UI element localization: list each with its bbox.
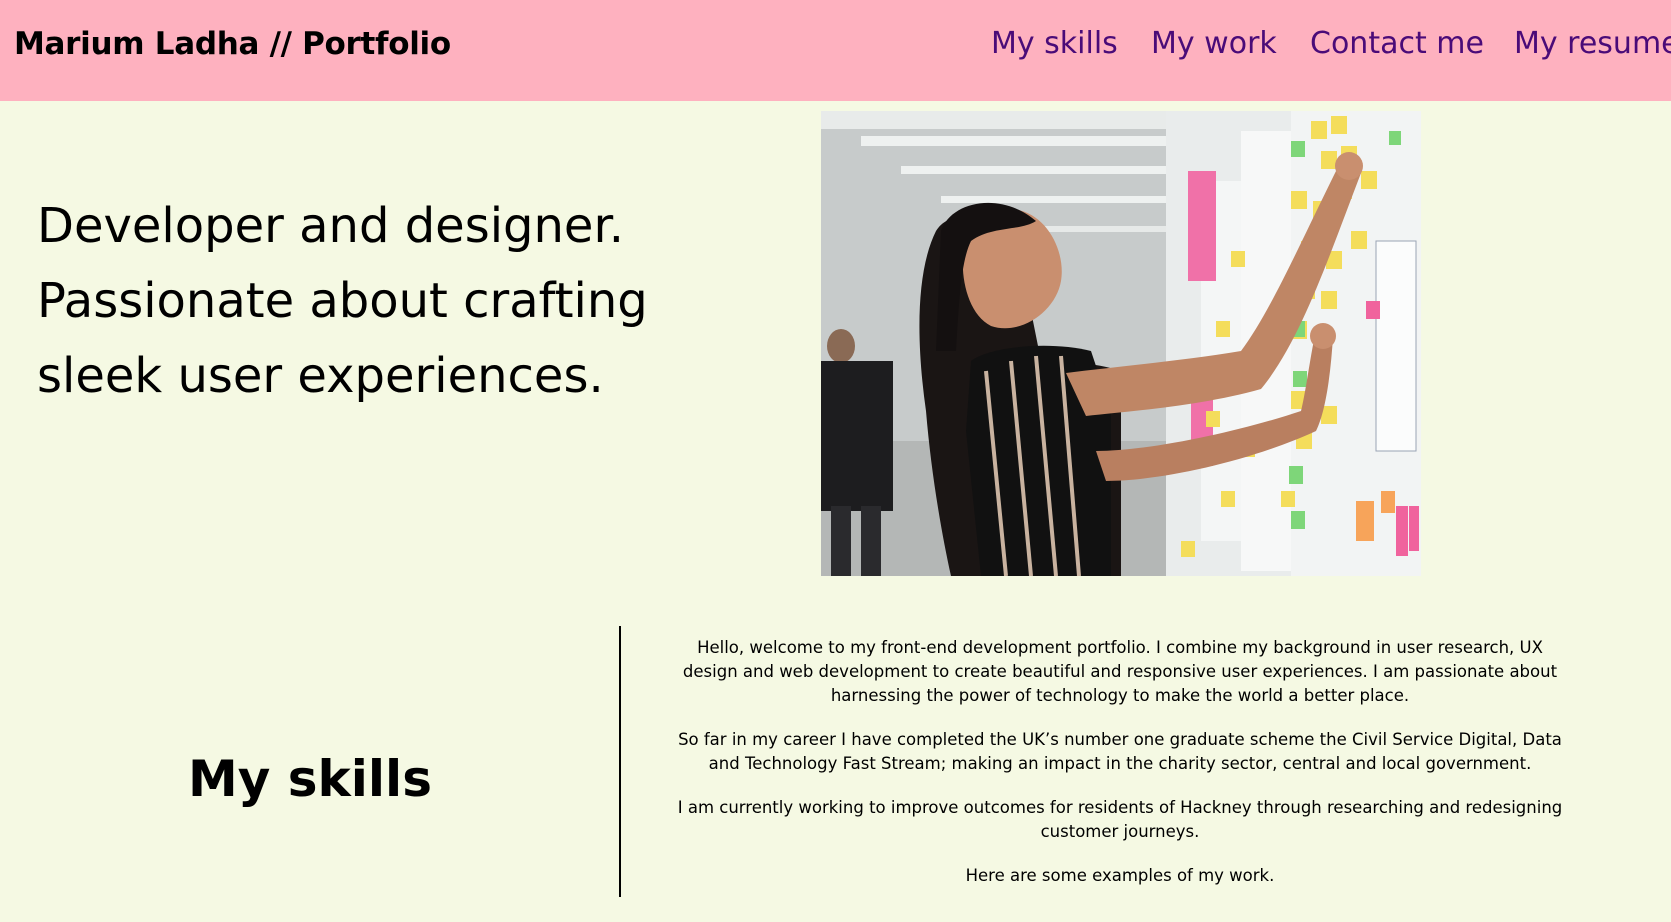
nav-link-my-skills[interactable]: My skills (991, 26, 1118, 61)
nav-link-contact-me[interactable]: Contact me (1310, 26, 1484, 61)
intro-paragraph: So far in my career I have completed the… (678, 730, 1562, 773)
site-header: Marium Ladha // Portfolio My skills My w… (0, 0, 1671, 101)
intro-paragraph: Hello, welcome to my front-end developme… (682, 638, 1558, 705)
hero-tagline: Developer and designer. Passionate about… (37, 189, 677, 414)
nav-link-my-work[interactable]: My work (1151, 26, 1277, 61)
section-heading-my-skills: My skills (188, 750, 432, 808)
site-title[interactable]: Marium Ladha // Portfolio (14, 26, 451, 62)
intro-paragraph: I am currently working to improve outcom… (677, 798, 1563, 841)
hero-photo (821, 111, 1421, 576)
section-divider (619, 626, 621, 897)
intro-text: Hello, welcome to my front-end developme… (672, 636, 1568, 908)
intro-paragraph: Here are some examples of my work. (965, 866, 1275, 885)
hero-line: sleek user experiences. (37, 348, 604, 404)
hero-line: Developer and designer. (37, 198, 625, 254)
nav-link-my-resume[interactable]: My resume (1514, 26, 1671, 61)
hero-line: Passionate about crafting (37, 273, 648, 329)
